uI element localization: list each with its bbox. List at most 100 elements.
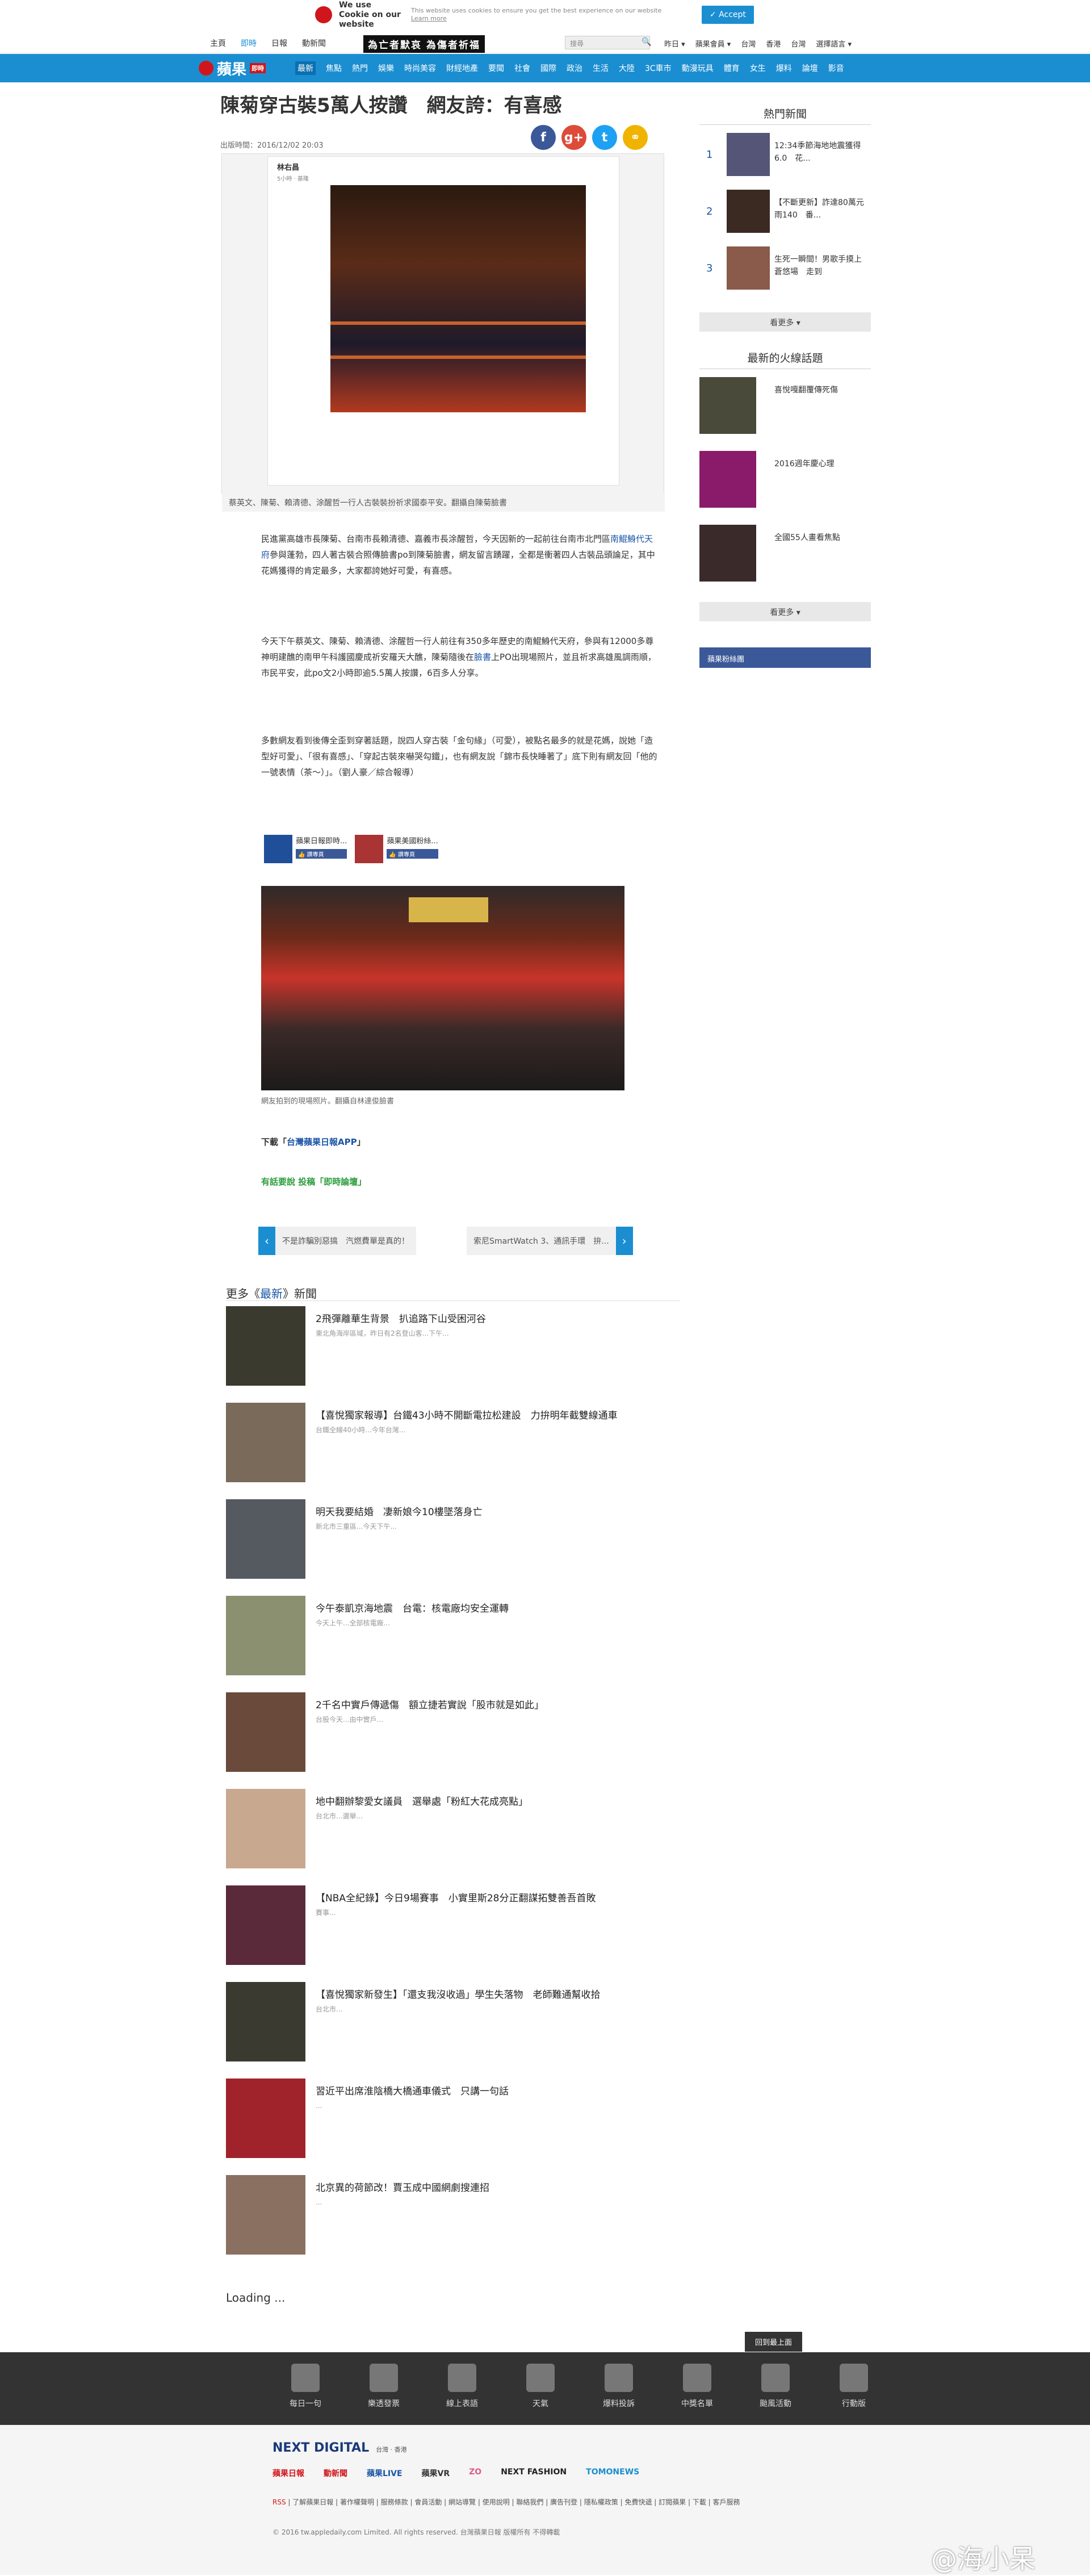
- footer-link[interactable]: 訂閱蘋果: [659, 2498, 686, 2506]
- news-title[interactable]: 2飛彈離華生背景 扒追路下山受困河谷: [316, 1311, 679, 1325]
- service-item[interactable]: 天氣: [513, 2364, 568, 2409]
- facebook-share-icon[interactable]: f: [531, 125, 556, 150]
- next-article[interactable]: 索尼SmartWatch 3、通訊手環 拚... ›: [467, 1227, 633, 1255]
- brand-logo[interactable]: ZO: [469, 2468, 481, 2479]
- list-item[interactable]: 今午泰凱京海地震 台電：核電廠均安全運轉 今天上午...全部核電廠...: [226, 1596, 691, 1675]
- footer-link[interactable]: 了解蘋果日報: [292, 2498, 333, 2506]
- nav-item[interactable]: 政治: [567, 62, 582, 75]
- news-title[interactable]: 今午泰凱京海地震 台電：核電廠均安全運轉: [316, 1600, 679, 1615]
- news-title[interactable]: 【喜悅獨家報導】台鐵43小時不開斷電拉松建設 力拚明年截雙線通車: [316, 1407, 679, 1421]
- nav-item[interactable]: 生活: [593, 62, 609, 75]
- nav-item[interactable]: 大陸: [619, 62, 635, 75]
- top-link-home[interactable]: 主頁: [210, 37, 226, 49]
- brand-logo[interactable]: 蘋果LIVE: [367, 2468, 403, 2479]
- news-title[interactable]: 習近平出席淮陰橋大橋通車儀式 只講一句話: [316, 2083, 679, 2097]
- brand-logo[interactable]: NEXT FASHION: [501, 2468, 567, 2479]
- footer-link[interactable]: 客戶服務: [713, 2498, 740, 2506]
- list-item[interactable]: 【喜悅獨家報導】台鐵43小時不開斷電拉松建設 力拚明年截雙線通車 台鐵全線40小時…: [226, 1403, 691, 1482]
- list-item[interactable]: 2千名中實戶傳遞傷 額立捷若實說「股市就是如此」 台股今天...由中實戶...: [226, 1692, 691, 1772]
- footer-link-rss[interactable]: RSS: [272, 2498, 286, 2506]
- back-to-top-button[interactable]: 回到最上面: [745, 2332, 803, 2352]
- news-title[interactable]: 明天我要結婚 凄新娘今10樓墜落身亡: [316, 1504, 679, 1518]
- nav-item[interactable]: 社會: [514, 62, 530, 75]
- link-share-icon[interactable]: ⚭: [623, 125, 648, 150]
- list-item[interactable]: 地中翻辦黎愛女議員 選舉處「粉紅大花成亮點」 台北市...選舉...: [226, 1789, 691, 1868]
- footer-link[interactable]: 使用說明: [483, 2498, 510, 2506]
- search-input[interactable]: 搜尋: [565, 36, 650, 49]
- list-item[interactable]: 習近平出席淮陰橋大橋通車儀式 只講一句話...: [226, 2079, 691, 2158]
- inline-link-facebook[interactable]: 臉書: [474, 652, 491, 662]
- nav-item[interactable]: 3C車市: [645, 62, 672, 75]
- fb-post-embed[interactable]: 林右昌 5小時 · 基隆: [267, 156, 619, 486]
- fb-like-button[interactable]: 👍 讚專頁: [296, 849, 347, 859]
- news-title[interactable]: 北京異的荷節改！賈玉成中國網劇搜連招: [316, 2180, 679, 2194]
- top-link-daily[interactable]: 日報: [271, 37, 287, 49]
- nav-item[interactable]: 爆料: [776, 62, 792, 75]
- mourning-banner[interactable]: 為亡者默哀 為傷者祈福: [363, 35, 485, 53]
- date-dropdown[interactable]: 昨日 ▾: [664, 38, 685, 49]
- nav-item[interactable]: 娛樂: [378, 62, 394, 75]
- hot-news-item[interactable]: 1 12:34季節海地地震獲得6.0 花...: [699, 128, 871, 185]
- fb-page-card[interactable]: 蘋果日報即時... 👍 讚專頁: [264, 835, 347, 869]
- cookie-learn-more[interactable]: Learn more: [411, 15, 447, 22]
- footer-link[interactable]: 聯絡我們: [516, 2498, 543, 2506]
- nav-item[interactable]: 體育: [724, 62, 740, 75]
- brand-logo[interactable]: TOMONEWS: [586, 2468, 639, 2479]
- list-item[interactable]: 【喜悅獨家新發生】「還支我沒收過」學生失落物 老師難通幫收拾 台北市...: [226, 1982, 691, 2061]
- list-item[interactable]: 【NBA全紀錄】今日9場賽事 小實里斯28分正翻謀拓雙善吾首敗 賽事...: [226, 1885, 691, 1965]
- top-link-animation[interactable]: 動新聞: [302, 37, 326, 49]
- nav-item[interactable]: 影音: [828, 62, 844, 75]
- footer-link[interactable]: 隱私權政策: [584, 2498, 618, 2506]
- fire-topic-item[interactable]: 2016週年慶心理: [699, 446, 871, 508]
- news-title[interactable]: 地中翻辦黎愛女議員 選舉處「粉紅大花成亮點」: [316, 1793, 679, 1808]
- region-hongkong[interactable]: 香港: [766, 38, 781, 49]
- brand-logo[interactable]: 蘋果VR: [422, 2468, 450, 2479]
- footer-link[interactable]: 免費快遞: [624, 2498, 652, 2506]
- news-title[interactable]: 【NBA全紀錄】今日9場賽事 小實里斯28分正翻謀拓雙善吾首敗: [316, 1890, 679, 1904]
- region-taiwan[interactable]: 台灣: [741, 38, 756, 49]
- language-select[interactable]: 選擇語言 ▾: [816, 38, 852, 49]
- service-item[interactable]: 每日一句: [278, 2364, 333, 2409]
- nav-item[interactable]: 財經地產: [446, 62, 478, 75]
- nav-item-latest[interactable]: 最新: [295, 61, 316, 75]
- fire-topic-item[interactable]: 喜悅嘎翻覆傳死傷: [699, 373, 871, 434]
- news-title[interactable]: 2千名中實戶傳遞傷 額立捷若實說「股市就是如此」: [316, 1697, 679, 1711]
- nav-item[interactable]: 要聞: [488, 62, 504, 75]
- nav-item[interactable]: 時尚美容: [404, 62, 436, 75]
- download-app-link[interactable]: 台灣蘋果日報APP: [287, 1137, 357, 1147]
- forum-link[interactable]: 有話要說 投稿「即時論壇」: [261, 1176, 366, 1187]
- hot-news-item[interactable]: 3 生死一瞬間！男歌手摸上蒼悠場 走到: [699, 242, 871, 299]
- site-logo[interactable]: 蘋果 即時: [199, 57, 278, 80]
- footer-link[interactable]: 下載: [693, 2498, 706, 2506]
- accept-cookie-button[interactable]: ✓ Accept: [702, 6, 754, 24]
- fire-topic-item[interactable]: 全國55人畫看焦點: [699, 520, 871, 582]
- nav-item[interactable]: 動漫玩具: [682, 62, 714, 75]
- google-plus-share-icon[interactable]: g+: [561, 125, 586, 150]
- service-item[interactable]: 爆料投訴: [592, 2364, 646, 2409]
- footer-link[interactable]: 服務條款: [381, 2498, 408, 2506]
- twitter-share-icon[interactable]: t: [592, 125, 617, 150]
- footer-link[interactable]: 著作權聲明: [340, 2498, 374, 2506]
- region-taiwan-2[interactable]: 台灣: [791, 38, 806, 49]
- brand-logo[interactable]: 蘋果日報: [272, 2468, 304, 2479]
- search-icon[interactable]: 🔍: [642, 37, 651, 47]
- brand-logo[interactable]: 動新聞: [324, 2468, 347, 2479]
- footer-link[interactable]: 廣告刊登: [550, 2498, 577, 2506]
- fb-page-card[interactable]: 蘋果美國粉絲... 👍 讚專頁: [355, 835, 438, 869]
- top-link-realtime[interactable]: 即時: [241, 37, 257, 49]
- service-item[interactable]: 樂透發票: [357, 2364, 411, 2409]
- more-fire-button[interactable]: 看更多 ▾: [699, 602, 871, 621]
- nav-item[interactable]: 女生: [750, 62, 766, 75]
- more-hot-button[interactable]: 看更多 ▾: [699, 312, 871, 332]
- nav-item[interactable]: 熱門: [352, 62, 368, 75]
- hot-news-item[interactable]: 2 【不斷更新】詐達80萬元雨140 番...: [699, 185, 871, 242]
- footer-link[interactable]: 網站導覽: [448, 2498, 476, 2506]
- list-item[interactable]: 明天我要結婚 凄新娘今10樓墜落身亡 新北市三重區...今天下午...: [226, 1499, 691, 1579]
- service-item[interactable]: 颱風活動: [748, 2364, 803, 2409]
- service-item[interactable]: 中獎名單: [670, 2364, 724, 2409]
- fb-like-button[interactable]: 👍 讚專頁: [387, 849, 438, 859]
- list-item[interactable]: 北京異的荷節改！賈玉成中國網劇搜連招...: [226, 2175, 691, 2255]
- news-title[interactable]: 【喜悅獨家新發生】「還支我沒收過」學生失落物 老師難通幫收拾: [316, 1987, 679, 2001]
- nav-item[interactable]: 國際: [540, 62, 556, 75]
- service-item[interactable]: 行動版: [827, 2364, 881, 2409]
